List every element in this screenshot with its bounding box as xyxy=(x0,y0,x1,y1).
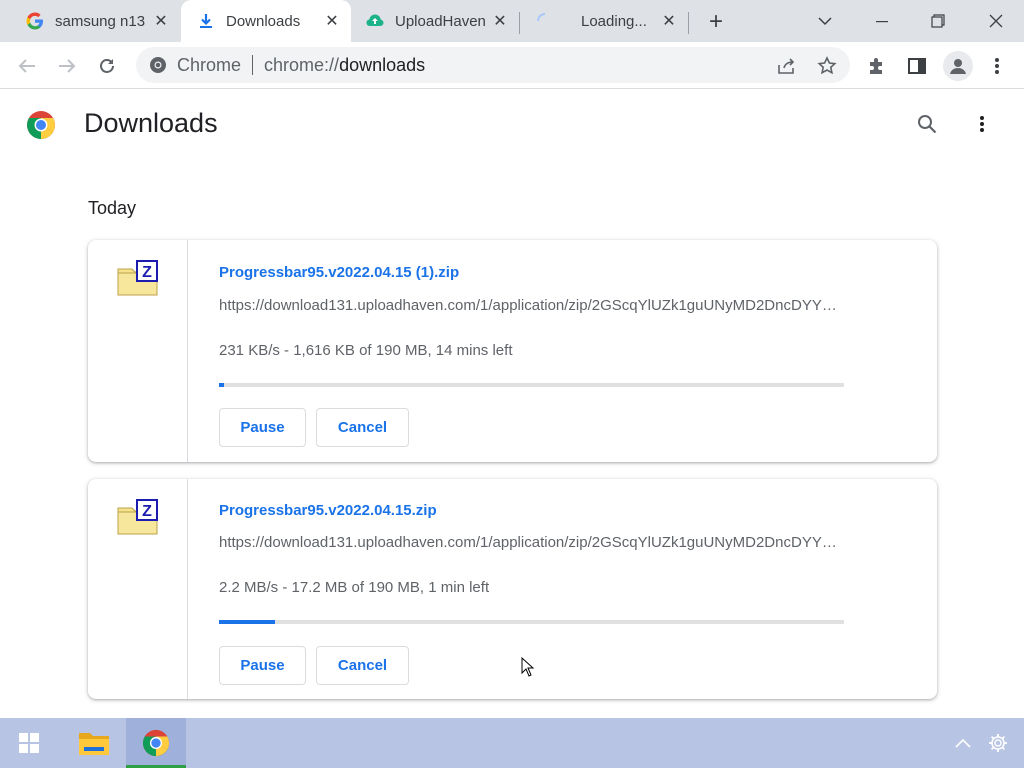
tab-loading[interactable]: Loading... ✕ xyxy=(520,0,688,42)
google-g-icon xyxy=(26,12,44,30)
download-progress-fill xyxy=(219,620,276,624)
taskbar-chrome-icon[interactable] xyxy=(126,718,186,768)
windows-taskbar xyxy=(0,718,1024,768)
start-windows-icon[interactable] xyxy=(0,718,58,768)
close-tab-icon[interactable]: ✕ xyxy=(323,12,341,30)
tab-title: UploadHaven xyxy=(395,12,486,30)
new-tab-button[interactable]: + xyxy=(703,9,729,35)
settings-gear-icon[interactable] xyxy=(984,718,1012,768)
cancel-button[interactable]: Cancel xyxy=(316,646,409,685)
bookmark-star-icon[interactable] xyxy=(813,52,841,80)
download-item: Z Progressbar95.v2022.04.15.zip https://… xyxy=(88,479,937,699)
browser-toolbar: Chrome chrome://downloads xyxy=(0,42,1024,89)
svg-text:Z: Z xyxy=(142,264,152,281)
chevron-up-icon[interactable] xyxy=(948,718,978,768)
tab-separator xyxy=(688,12,689,34)
restore-icon[interactable] xyxy=(923,6,953,36)
url-text: chrome://downloads xyxy=(264,55,425,76)
download-icon xyxy=(197,12,215,30)
tab-title: samsung n13 xyxy=(55,12,146,30)
close-tab-icon[interactable]: ✕ xyxy=(491,12,509,30)
extensions-puzzle-icon[interactable] xyxy=(863,52,891,80)
close-window-icon[interactable] xyxy=(981,6,1011,36)
file-icon-column: Z xyxy=(88,479,188,699)
download-status-text: 231 KB/s - 1,616 KB of 190 MB, 14 mins l… xyxy=(219,342,513,359)
pause-button[interactable]: Pause xyxy=(219,646,306,685)
tab-downloads[interactable]: Downloads ✕ xyxy=(181,0,351,42)
reload-icon[interactable] xyxy=(93,52,121,80)
pause-button[interactable]: Pause xyxy=(219,408,306,447)
download-source-url[interactable]: https://download131.uploadhaven.com/1/ap… xyxy=(219,534,844,551)
page-title: Downloads xyxy=(84,108,218,138)
share-icon[interactable] xyxy=(773,52,801,80)
loading-spinner-icon xyxy=(536,12,554,30)
section-date-heading: Today xyxy=(88,198,137,218)
search-icon[interactable] xyxy=(915,112,939,136)
tab-samsung-search[interactable]: samsung n13 ✕ xyxy=(0,0,180,42)
more-options-icon[interactable] xyxy=(970,112,994,136)
file-icon-column: Z xyxy=(88,240,188,462)
address-bar[interactable]: Chrome chrome://downloads xyxy=(136,47,850,83)
tab-title: Downloads xyxy=(226,12,301,30)
tab-strip: samsung n13 ✕ Downloads ✕ UploadHaven ✕ … xyxy=(0,0,1024,42)
mouse-cursor-icon xyxy=(521,656,535,682)
side-panel-icon[interactable] xyxy=(903,52,931,80)
download-item: Z Progressbar95.v2022.04.15 (1).zip http… xyxy=(88,240,937,462)
site-label: Chrome xyxy=(177,54,242,75)
download-source-url[interactable]: https://download131.uploadhaven.com/1/ap… xyxy=(219,297,844,314)
uploadhaven-icon xyxy=(366,12,384,30)
download-progress-bar xyxy=(219,620,844,624)
close-tab-icon[interactable]: ✕ xyxy=(152,12,170,30)
svg-text:Z: Z xyxy=(142,503,152,520)
chrome-logo-icon xyxy=(26,110,56,140)
download-filename-link[interactable]: Progressbar95.v2022.04.15 (1).zip xyxy=(219,264,459,281)
cancel-button[interactable]: Cancel xyxy=(316,408,409,447)
url-host: downloads xyxy=(339,54,426,75)
download-status-text: 2.2 MB/s - 17.2 MB of 190 MB, 1 min left xyxy=(219,579,490,596)
minimize-icon[interactable] xyxy=(867,6,897,36)
download-filename-link[interactable]: Progressbar95.v2022.04.15.zip xyxy=(219,502,437,519)
forward-arrow-icon[interactable] xyxy=(53,52,81,80)
close-tab-icon[interactable]: ✕ xyxy=(660,12,678,30)
tab-search-chevron-icon[interactable] xyxy=(810,6,840,36)
tab-uploadhaven[interactable]: UploadHaven ✕ xyxy=(351,0,519,42)
url-scheme: chrome:// xyxy=(264,54,340,75)
profile-avatar-icon[interactable] xyxy=(943,51,973,81)
back-arrow-icon[interactable] xyxy=(13,52,41,80)
download-progress-bar xyxy=(219,383,844,387)
omnibox-divider xyxy=(252,55,254,75)
zip-file-icon: Z xyxy=(117,260,159,301)
file-explorer-icon[interactable] xyxy=(64,718,124,768)
chrome-menu-icon[interactable] xyxy=(983,52,1011,80)
chrome-site-icon xyxy=(148,55,168,75)
zip-file-icon: Z xyxy=(117,499,159,540)
download-progress-fill xyxy=(219,383,224,387)
